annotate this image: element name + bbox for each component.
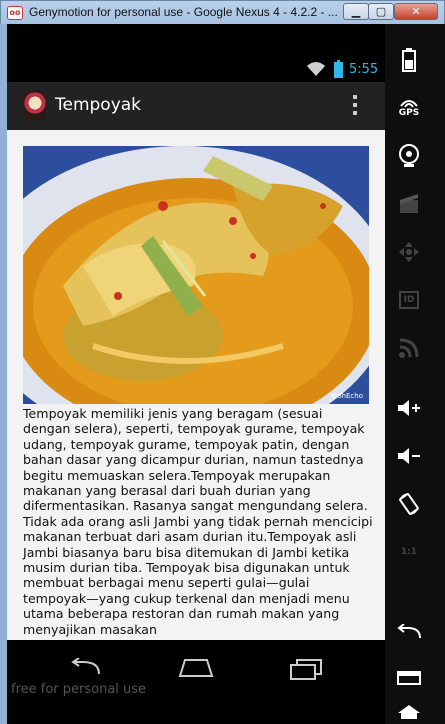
dpad-icon[interactable] xyxy=(395,238,423,266)
window-title-bar: oo Genymotion for personal use - Google … xyxy=(0,0,445,24)
toolbar-back-icon[interactable] xyxy=(395,618,423,646)
id-label: ID xyxy=(398,291,420,309)
back-icon[interactable] xyxy=(69,658,103,676)
navigation-bar: free for personal use xyxy=(7,640,385,724)
status-time: 5:55 xyxy=(349,62,379,77)
battery-charging-icon xyxy=(334,60,343,78)
toolbar-home-icon[interactable] xyxy=(395,698,423,724)
genymotion-toolbar: GPS ID 1:1 xyxy=(385,24,445,724)
close-button[interactable]: ✕ xyxy=(394,3,438,20)
battery-icon[interactable] xyxy=(395,46,423,74)
tempoyak-dish-image: IpohEcho xyxy=(23,146,369,404)
minimize-button[interactable]: ▁ xyxy=(343,3,369,20)
article-text: Tempoyak memiliki jenis yang beragam (se… xyxy=(23,406,373,637)
status-bar: 5:55 xyxy=(7,58,385,82)
webcam-icon[interactable] xyxy=(395,142,423,170)
device-screen[interactable]: 5:55 Tempoyak IpohEcho Tempoyak memiliki… xyxy=(7,24,385,724)
window-title: Genymotion for personal use - Google Nex… xyxy=(29,5,338,19)
genymotion-app-icon: oo xyxy=(7,6,23,20)
image-watermark: IpohEcho xyxy=(330,392,363,400)
recent-apps-icon[interactable] xyxy=(289,658,323,680)
maximize-button[interactable]: ▢ xyxy=(368,3,394,20)
pixel-perfect-icon[interactable]: 1:1 xyxy=(395,538,423,566)
gps-icon[interactable]: GPS xyxy=(395,94,423,122)
app-title: Tempoyak xyxy=(55,95,142,115)
overflow-menu-icon[interactable] xyxy=(353,95,359,117)
rotate-icon[interactable] xyxy=(395,490,423,518)
app-logo-icon[interactable] xyxy=(24,91,46,121)
device-id-icon[interactable]: ID xyxy=(395,286,423,314)
action-bar: Tempoyak xyxy=(7,82,385,130)
rss-icon[interactable] xyxy=(395,334,423,362)
volume-down-icon[interactable] xyxy=(395,442,423,470)
personal-use-watermark: free for personal use xyxy=(11,682,147,697)
toolbar-menu-icon[interactable] xyxy=(395,664,423,692)
food-photo xyxy=(23,146,369,404)
article-content[interactable]: IpohEcho Tempoyak memiliki jenis yang be… xyxy=(7,130,385,640)
home-icon[interactable] xyxy=(177,658,215,678)
gps-label: GPS xyxy=(398,108,420,118)
screencast-icon[interactable] xyxy=(395,190,423,218)
wifi-icon xyxy=(307,62,325,76)
pixel-perfect-label: 1:1 xyxy=(400,547,418,557)
volume-up-icon[interactable] xyxy=(395,394,423,422)
